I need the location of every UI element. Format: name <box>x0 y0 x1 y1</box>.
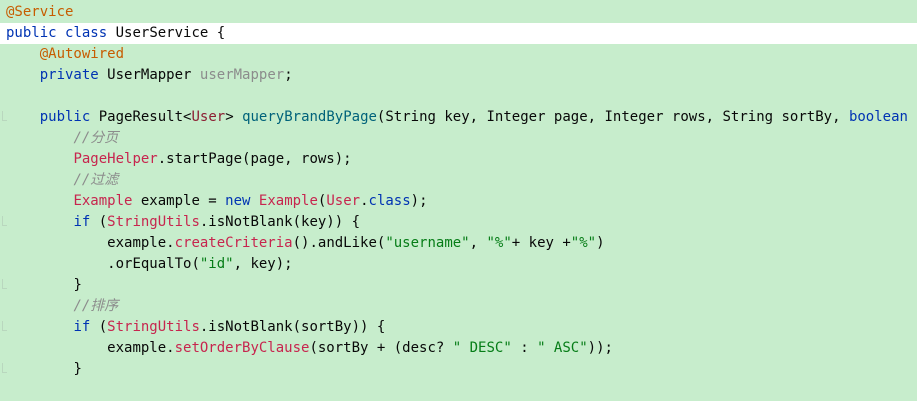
call-orequalto: .orEqualTo( <box>107 256 200 272</box>
type-example: Example <box>73 193 133 209</box>
keyword-new: new <box>225 193 251 209</box>
args-key: , key); <box>233 256 293 272</box>
paren-open: ( <box>90 214 108 230</box>
code-line-16[interactable]: if (StringUtils.isNotBlank(sortBy)) { <box>0 317 917 338</box>
code-line-6[interactable]: public PageResult<User> queryBrandByPage… <box>0 107 917 128</box>
code-line-12[interactable]: example.createCriteria().andLike("userna… <box>0 233 917 254</box>
ctor-example: Example <box>258 193 318 209</box>
annotation-service: @Service <box>6 4 74 20</box>
comma: , <box>469 235 487 251</box>
string-percent-2: "%" <box>570 235 597 251</box>
example-ref: example. <box>107 340 175 356</box>
code-line-1[interactable]: @Service <box>0 2 917 23</box>
comment-filter: //过滤 <box>73 172 119 188</box>
comment-sort: //排序 <box>73 298 119 314</box>
generic-user: User <box>191 109 226 125</box>
dot: . <box>360 193 369 209</box>
paren-open: ( <box>90 319 108 335</box>
class-user: User <box>326 193 361 209</box>
keyword-if: if <box>73 319 91 335</box>
class-name: UserService <box>115 25 209 41</box>
concat-key: + key + <box>511 235 571 251</box>
string-id: "id" <box>199 256 234 272</box>
code-line-15[interactable]: //排序 <box>0 296 917 317</box>
params-part2: desc) <box>908 109 917 125</box>
code-editor[interactable]: @Service public class UserService { @Aut… <box>0 0 917 401</box>
string-desc: " DESC" <box>452 340 512 356</box>
fold-marker-icon[interactable] <box>2 321 7 331</box>
class-pagehelper: PageHelper <box>73 151 158 167</box>
close-brace: } <box>73 277 82 293</box>
code-line-4[interactable]: private UserMapper userMapper; <box>0 65 917 86</box>
keyword-private: private <box>39 67 99 83</box>
code-line-3[interactable]: @Autowired <box>0 44 917 65</box>
code-line-11[interactable]: if (StringUtils.isNotBlank(key)) { <box>0 212 917 233</box>
call-andlike: ().andLike( <box>292 235 386 251</box>
method-createcriteria: createCriteria <box>174 235 293 251</box>
code-line-7[interactable]: //分页 <box>0 128 917 149</box>
code-line-17[interactable]: example.setOrderByClause(sortBy + (desc?… <box>0 338 917 359</box>
string-username: "username" <box>385 235 470 251</box>
params-part1: (String key, Integer page, Integer rows,… <box>376 109 849 125</box>
paren-close: ); <box>410 193 428 209</box>
generic-close: > <box>225 109 234 125</box>
code-line-18[interactable]: } <box>0 359 917 380</box>
method-name: queryBrandByPage <box>242 109 377 125</box>
example-ref: example. <box>107 235 175 251</box>
method-setorderbyclause: setOrderByClause <box>174 340 310 356</box>
type-pageresult: PageResult <box>98 109 184 125</box>
code-line-10[interactable]: Example example = new Example(User.class… <box>0 191 917 212</box>
annotation-autowired: @Autowired <box>39 46 125 62</box>
paren-close: ) <box>596 235 605 251</box>
keyword-public: public <box>6 25 57 41</box>
call-startpage: .startPage(page, rows); <box>157 151 352 167</box>
class-stringutils: StringUtils <box>107 214 200 230</box>
comment-paging: //分页 <box>73 130 119 146</box>
type-usermapper: UserMapper <box>107 67 192 83</box>
field-usermapper: userMapper <box>199 67 285 83</box>
fold-marker-icon[interactable] <box>2 111 7 121</box>
code-line-19[interactable] <box>0 380 917 401</box>
code-line-13[interactable]: .orEqualTo("id", key); <box>0 254 917 275</box>
close-brace: } <box>73 361 82 377</box>
semicolon: ; <box>284 67 293 83</box>
code-line-8[interactable]: PageHelper.startPage(page, rows); <box>0 149 917 170</box>
fold-marker-icon[interactable] <box>2 216 7 226</box>
keyword-class: class <box>65 25 108 41</box>
paren-close: )); <box>587 340 613 356</box>
keyword-boolean: boolean <box>848 109 908 125</box>
code-line-2[interactable]: public class UserService { <box>0 23 917 44</box>
sort-expression: (sortBy + (desc? <box>309 340 453 356</box>
keyword-if: if <box>73 214 91 230</box>
call-isnotblank: .isNotBlank(sortBy)) { <box>199 319 386 335</box>
open-brace: { <box>208 25 226 41</box>
fold-marker-icon[interactable] <box>2 363 7 373</box>
fold-marker-icon[interactable] <box>2 279 7 289</box>
example-assign: example = <box>132 193 226 209</box>
code-line-14[interactable]: } <box>0 275 917 296</box>
string-percent-1: "%" <box>486 235 512 251</box>
class-stringutils: StringUtils <box>107 319 200 335</box>
code-line-9[interactable]: //过滤 <box>0 170 917 191</box>
ternary-colon: : <box>511 340 538 356</box>
keyword-public: public <box>39 109 91 125</box>
string-asc: " ASC" <box>537 340 588 356</box>
code-line-5[interactable] <box>0 86 917 107</box>
keyword-class: class <box>368 193 411 209</box>
call-isnotblank: .isNotBlank(key)) { <box>199 214 361 230</box>
